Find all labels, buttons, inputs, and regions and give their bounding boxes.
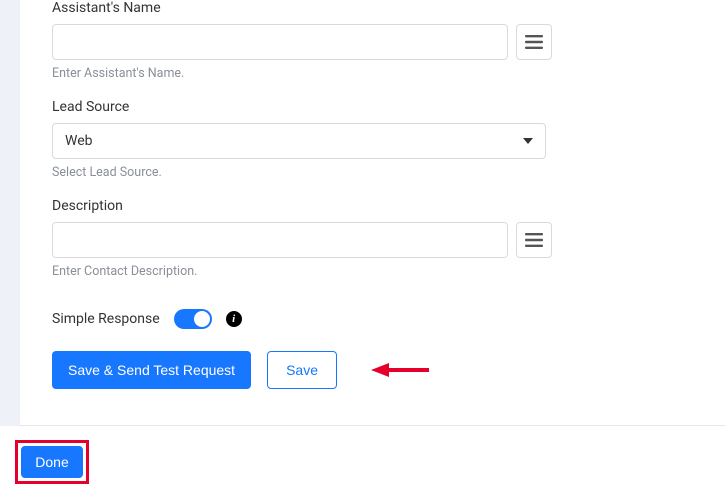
- description-label: Description: [52, 198, 693, 214]
- assistant-name-label: Assistant's Name: [52, 0, 693, 16]
- save-send-button[interactable]: Save & Send Test Request: [52, 351, 251, 389]
- lead-source-help-text: Select Lead Source.: [52, 165, 693, 180]
- arrow-annotation-icon: [371, 360, 431, 380]
- field-assistant-name: Assistant's Name Enter Assistant's Name.: [52, 0, 693, 81]
- info-icon[interactable]: i: [226, 311, 242, 327]
- chevron-down-icon: [523, 138, 533, 144]
- description-input-row: [52, 222, 693, 258]
- assistant-mapping-button[interactable]: [516, 24, 552, 60]
- description-mapping-button[interactable]: [516, 222, 552, 258]
- done-highlight-box: Done: [15, 440, 89, 484]
- lead-source-select[interactable]: Web: [52, 123, 546, 159]
- footer-area: [0, 426, 725, 501]
- simple-response-row: Simple Response i: [52, 309, 693, 329]
- save-button[interactable]: Save: [267, 351, 337, 389]
- field-lead-source: Lead Source Web Select Lead Source.: [52, 99, 693, 180]
- simple-response-toggle[interactable]: [174, 309, 212, 329]
- assistant-input-row: [52, 24, 693, 60]
- assistant-help-text: Enter Assistant's Name.: [52, 66, 693, 81]
- simple-response-label: Simple Response: [52, 311, 160, 327]
- action-buttons-row: Save & Send Test Request Save: [52, 351, 693, 389]
- done-button[interactable]: Done: [21, 446, 82, 478]
- lead-source-label: Lead Source: [52, 99, 693, 115]
- description-input[interactable]: [52, 222, 508, 258]
- lead-source-value: Web: [65, 133, 93, 149]
- left-gutter: [0, 0, 20, 426]
- hamburger-icon: [525, 233, 543, 247]
- field-description: Description Enter Contact Description.: [52, 198, 693, 279]
- hamburger-icon: [525, 35, 543, 49]
- form-panel: Assistant's Name Enter Assistant's Name.…: [20, 0, 725, 426]
- description-help-text: Enter Contact Description.: [52, 264, 693, 279]
- assistant-name-input[interactable]: [52, 24, 508, 60]
